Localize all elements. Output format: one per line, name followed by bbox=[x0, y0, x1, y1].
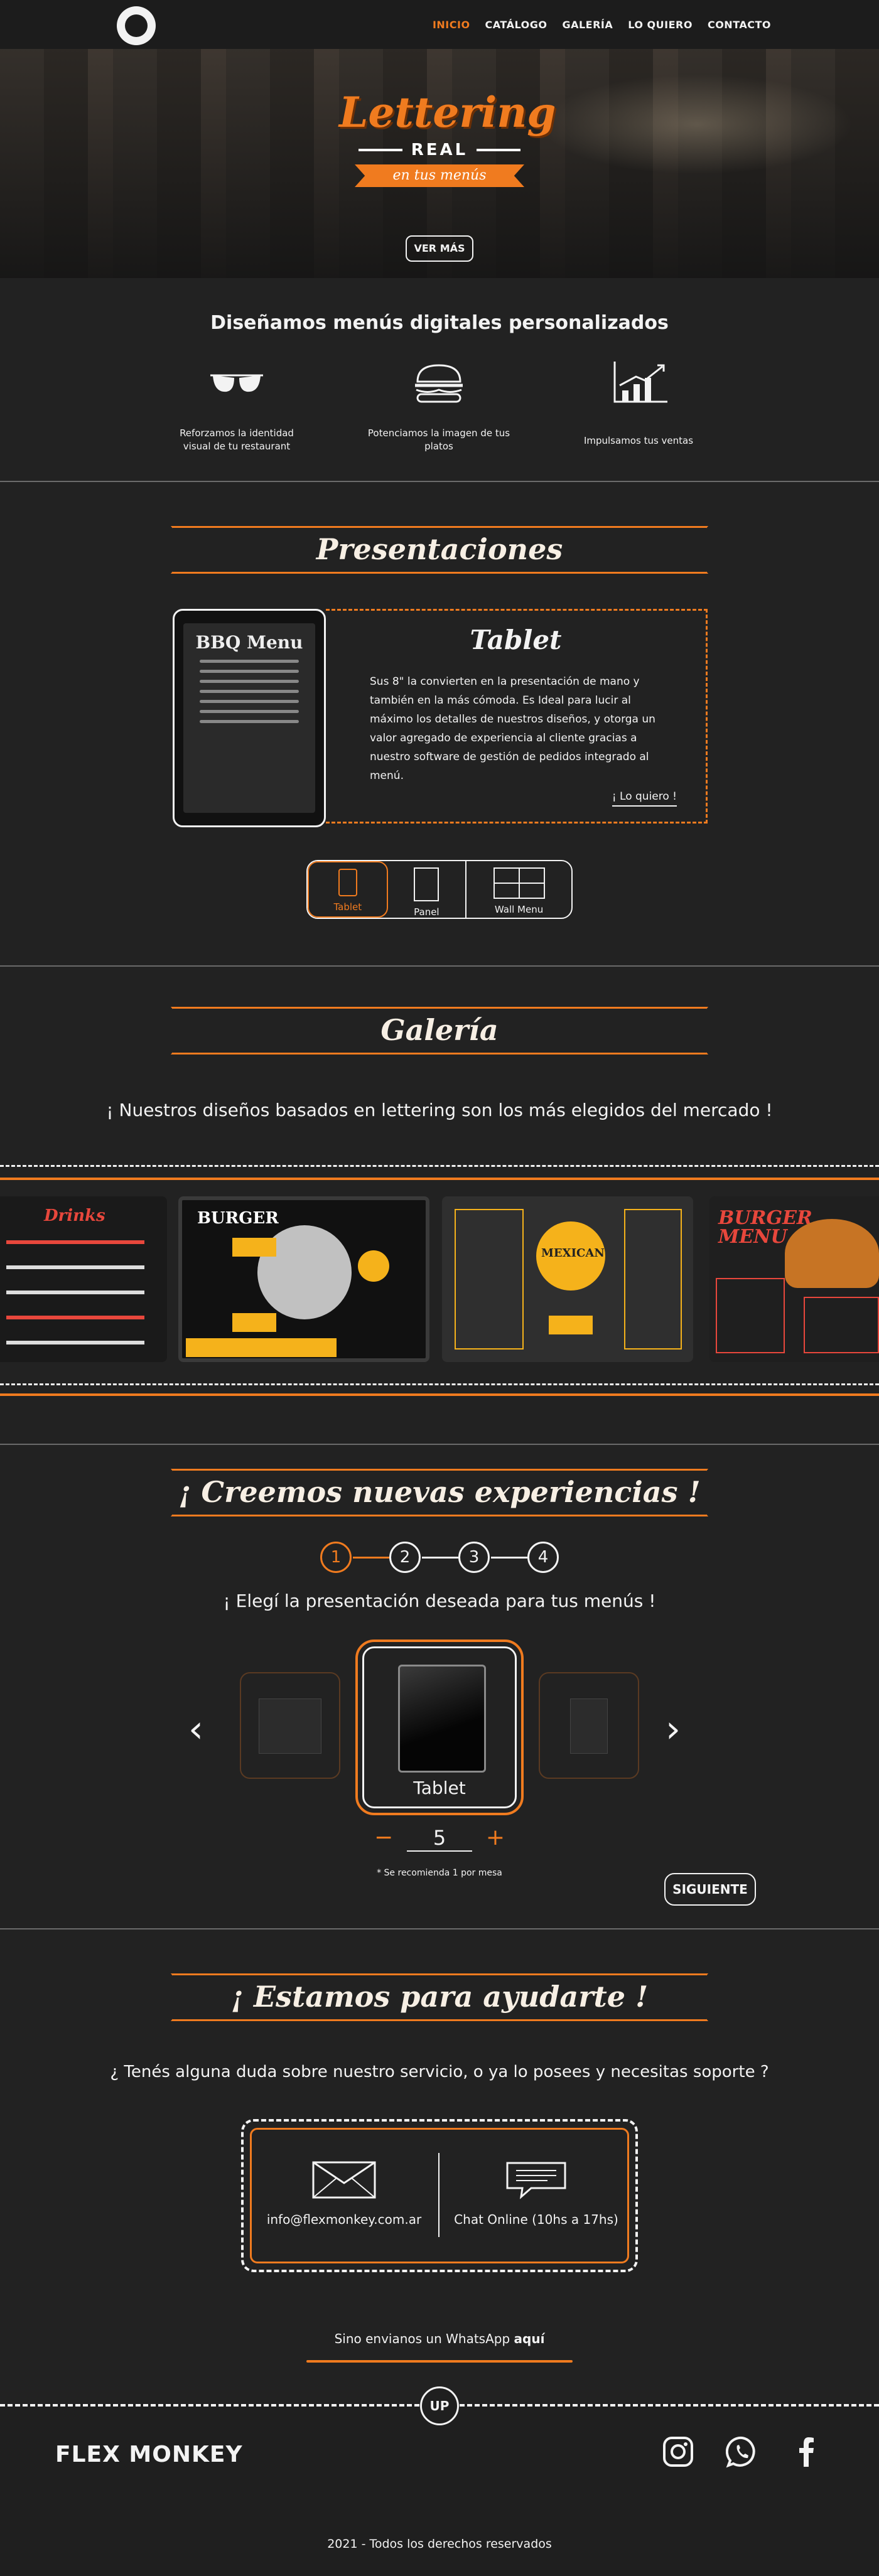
page: INICIO CATÁLOGO GALERÍA LO QUIERO CONTAC… bbox=[0, 0, 879, 2576]
section-title-ayuda: ¡ Estamos para ayudarte ! bbox=[230, 1980, 649, 2014]
hero-title-script: Lettering bbox=[339, 88, 556, 137]
section-title-presentaciones: Presentaciones bbox=[316, 532, 563, 566]
ayuda-ribbon: ¡ Estamos para ayudarte ! bbox=[171, 1971, 708, 2026]
footer-brand: FLEX MONKEY bbox=[55, 2442, 243, 2467]
burger-icon bbox=[415, 364, 463, 403]
ayuda-subtitle: ¿ Tenés alguna duda sobre nuestro servic… bbox=[110, 2063, 769, 2081]
hero-title: Lettering REAL en tus menús bbox=[339, 88, 556, 187]
tab-wall-menu[interactable]: Wall Menu bbox=[466, 861, 571, 918]
glasses-icon bbox=[210, 374, 263, 392]
presentaciones-ribbon: Presentaciones bbox=[171, 523, 708, 579]
step-3[interactable]: 3 bbox=[458, 1542, 490, 1573]
hero-title-real: REAL bbox=[411, 141, 468, 159]
footer: UP FLEX MONKEY 2021 - Todos los derechos… bbox=[0, 2386, 879, 2576]
service-text: Reforzamos la identidad visual de tu res… bbox=[180, 427, 294, 452]
social-links bbox=[662, 2435, 822, 2468]
tab-tablet[interactable]: Tablet bbox=[308, 861, 388, 918]
nav-menu: INICIO CATÁLOGO GALERÍA LO QUIERO CONTAC… bbox=[433, 19, 771, 31]
growth-chart-icon bbox=[613, 362, 667, 403]
increase-button[interactable]: + bbox=[486, 1825, 505, 1850]
service-identidad: Reforzamos la identidad visual de tu res… bbox=[164, 360, 309, 453]
nav-item-inicio[interactable]: INICIO bbox=[433, 19, 470, 31]
envelope-icon bbox=[312, 2161, 376, 2199]
tablet-menu-title: BBQ Menu bbox=[195, 632, 303, 653]
experiencias-ribbon: ¡ Creemos nuevas experiencias ! bbox=[171, 1466, 708, 1521]
quantity-stepper: − 5 + bbox=[368, 1825, 511, 1853]
section-divider bbox=[0, 481, 879, 482]
gallery-image[interactable]: BURGER MENU bbox=[709, 1196, 879, 1362]
carousel-option-panel[interactable] bbox=[240, 1672, 340, 1779]
carousel-option-wall[interactable] bbox=[539, 1672, 639, 1779]
email-contact[interactable]: info@flexmonkey.com.ar bbox=[250, 2160, 438, 2227]
presentation-detail-card: Tablet Sus 8" la convierten en la presen… bbox=[326, 609, 708, 824]
chevron-right-icon[interactable]: › bbox=[666, 1707, 681, 1751]
gallery-image[interactable]: MEXICAN bbox=[442, 1196, 693, 1362]
selected-presentation-label: Tablet bbox=[413, 1778, 466, 1798]
presentation-card-title: Tablet bbox=[470, 625, 562, 655]
decrease-button[interactable]: − bbox=[374, 1825, 393, 1850]
gallery-image[interactable]: BURGER bbox=[178, 1196, 429, 1362]
step-1[interactable]: 1 bbox=[320, 1542, 352, 1573]
siguiente-button[interactable]: SIGUIENTE bbox=[664, 1873, 756, 1906]
tablet-device-image bbox=[398, 1665, 486, 1773]
section-title-experiencias: ¡ Creemos nuevas experiencias ! bbox=[178, 1475, 701, 1509]
section-divider bbox=[0, 1444, 879, 1445]
top-nav: INICIO CATÁLOGO GALERÍA LO QUIERO CONTAC… bbox=[0, 0, 879, 49]
nav-item-lo-quiero[interactable]: LO QUIERO bbox=[628, 19, 693, 31]
whatsapp-link[interactable]: aquí bbox=[514, 2331, 545, 2346]
gallery-image[interactable]: Drinks bbox=[0, 1196, 167, 1362]
step-2[interactable]: 2 bbox=[389, 1542, 421, 1573]
step-4[interactable]: 4 bbox=[527, 1542, 559, 1573]
gallery-top-edge bbox=[0, 1165, 879, 1174]
section-divider bbox=[0, 1928, 879, 1929]
section-title-galeria: Galería bbox=[380, 1013, 499, 1047]
contact-box: info@flexmonkey.com.ar Chat Online (10hs… bbox=[241, 2119, 638, 2272]
monkey-logo-icon[interactable] bbox=[117, 6, 156, 45]
presentation-tabs: Tablet Panel Wall Menu bbox=[306, 860, 573, 919]
tab-panel[interactable]: Panel bbox=[388, 861, 467, 918]
quantity-value[interactable]: 5 bbox=[407, 1825, 472, 1852]
lo-quiero-link[interactable]: ¡ Lo quiero ! bbox=[612, 790, 677, 807]
email-text: info@flexmonkey.com.ar bbox=[266, 2212, 422, 2227]
panel-icon bbox=[414, 867, 440, 901]
tablet-icon bbox=[338, 869, 357, 896]
service-text: Potenciamos la imagen de tus platos bbox=[367, 427, 510, 452]
galeria-ribbon: Galería bbox=[171, 1004, 708, 1060]
presentation-card-text: Sus 8" la convierten en la presentación … bbox=[370, 675, 655, 782]
chat-text: Chat Online (10hs a 17hs) bbox=[454, 2212, 618, 2227]
whatsapp-icon[interactable] bbox=[726, 2435, 758, 2468]
chat-bubble-icon bbox=[506, 2162, 566, 2199]
nav-item-galeria[interactable]: GALERÍA bbox=[562, 19, 613, 31]
facebook-icon[interactable] bbox=[790, 2435, 822, 2468]
gallery-strip: Drinks BURGER MEXICAN BURGER MENU bbox=[0, 1196, 879, 1366]
service-ventas: Impulsamos tus ventas bbox=[566, 360, 711, 448]
chevron-left-icon[interactable]: ‹ bbox=[188, 1707, 203, 1751]
nav-item-catalogo[interactable]: CATÁLOGO bbox=[485, 19, 547, 31]
tablet-menu-image: BBQ Menu bbox=[173, 609, 326, 827]
section-divider bbox=[0, 965, 879, 967]
services-title: Diseñamos menús digitales personalizados bbox=[210, 312, 669, 334]
scroll-up-button[interactable]: UP bbox=[420, 2386, 459, 2425]
service-imagen: Potenciamos la imagen de tus platos bbox=[367, 360, 511, 453]
wall-menu-icon bbox=[493, 867, 545, 899]
galeria-subtitle: ¡ Nuestros diseños basados en lettering … bbox=[106, 1100, 773, 1120]
step-indicator: 1 2 3 4 bbox=[320, 1542, 559, 1574]
experiencias-subtitle: ¡ Elegí la presentación deseada para tus… bbox=[223, 1591, 656, 1611]
whatsapp-cta[interactable]: Sino envianos un WhatsApp aquí bbox=[308, 2331, 571, 2346]
hero-ribbon: en tus menús bbox=[355, 164, 524, 187]
instagram-icon[interactable] bbox=[662, 2435, 694, 2468]
service-text: Impulsamos tus ventas bbox=[583, 435, 694, 446]
carousel-option-selected[interactable]: Tablet bbox=[355, 1640, 524, 1815]
copyright: 2021 - Todos los derechos reservados bbox=[327, 2537, 552, 2551]
chat-contact[interactable]: Chat Online (10hs a 17hs) bbox=[442, 2160, 630, 2227]
ver-mas-button[interactable]: VER MÁS bbox=[406, 235, 473, 262]
gallery-bottom-edge bbox=[0, 1383, 879, 1392]
nav-item-contacto[interactable]: CONTACTO bbox=[708, 19, 771, 31]
